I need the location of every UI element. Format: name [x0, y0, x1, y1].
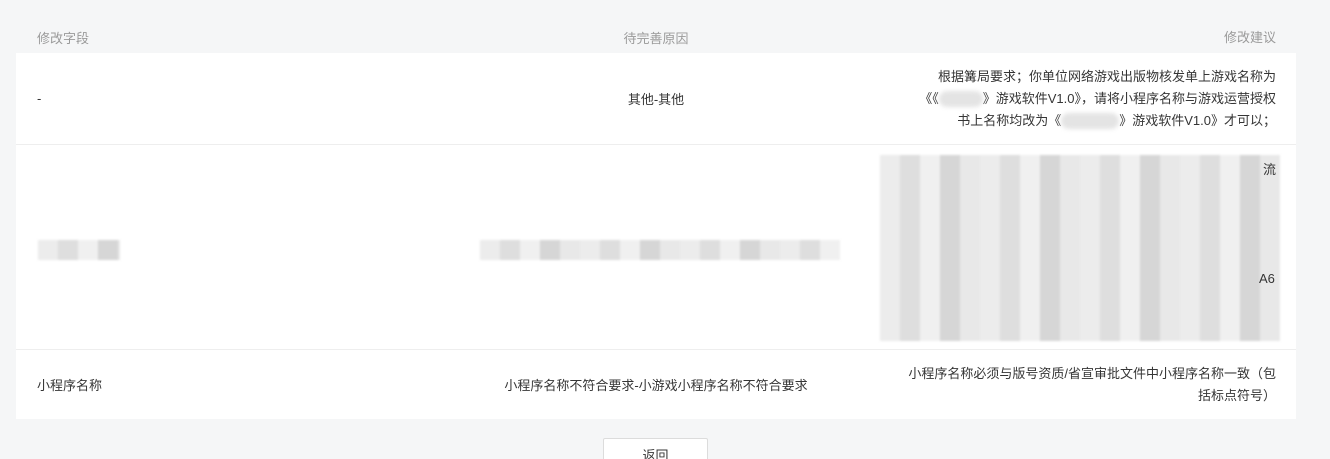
suggestion-text: 》游戏软件V1.0》才可以； [1119, 112, 1276, 128]
suggestion-fragment: A6 [1259, 271, 1275, 286]
table-row: - 其他-其他 根据篝局要求；你单位网络游戏出版物核发单上游戏名称为 《《》游戏… [16, 53, 1296, 145]
cell-field: - [37, 91, 42, 106]
suggestion-line: 根据篝局要求；你单位网络游戏出版物核发单上游戏名称为 [937, 68, 1276, 84]
suggestion-fragment: 流 [1263, 162, 1277, 177]
redacted-name [1061, 113, 1120, 130]
header-reason: 待完善原因 [623, 31, 689, 46]
redacted-suggestion [880, 155, 1280, 341]
cell-field: 小程序名称 [37, 378, 103, 393]
suggestion-line: 《《 》游戏软件V1.0》，请将小程序名称与游戏运营授权 [876, 88, 1276, 110]
redacted-reason [480, 240, 840, 260]
cell-reason: 其他-其他 [627, 92, 685, 107]
suggestion-text: 《《 [919, 90, 939, 106]
suggestion-text: 书上名称均改为《 [957, 112, 1062, 128]
revision-table: 修改字段 待完善原因 修改建议 - 其他-其他 根据篝局要求；你单位网络游戏出版… [16, 22, 1296, 419]
header-field: 修改字段 [37, 31, 90, 46]
table-row-redacted: 流 A6 [16, 145, 1296, 350]
review-detail-page: 修改字段 待完善原因 修改建议 - 其他-其他 根据篝局要求；你单位网络游戏出版… [0, 0, 1330, 459]
cell-suggestion: 小程序名称必须与版号资质/省宣审批文件中小程序名称一致（包 括标点符号） [876, 363, 1296, 407]
redacted-field [38, 240, 120, 260]
return-button[interactable]: 返回 [603, 438, 708, 459]
table-header: 修改字段 待完善原因 修改建议 [16, 22, 1296, 53]
suggestion-line: 小程序名称必须与版号资质/省宣审批文件中小程序名称一致（包 [908, 365, 1276, 381]
table-row: 小程序名称 小程序名称不符合要求-小游戏小程序名称不符合要求 小程序名称必须与版… [16, 350, 1296, 419]
header-suggestion: 修改建议 [1223, 29, 1276, 45]
cell-suggestion: 根据篝局要求；你单位网络游戏出版物核发单上游戏名称为 《《 》游戏软件V1.0》，… [876, 66, 1296, 132]
suggestion-line: 书上名称均改为《 》游戏软件V1.0》才可以； [876, 110, 1276, 132]
cell-reason: 小程序名称不符合要求-小游戏小程序名称不符合要求 [504, 378, 808, 393]
suggestion-text: 》游戏软件V1.0》，请将小程序名称与游戏运营授权 [982, 90, 1276, 106]
redacted-name [938, 91, 983, 108]
suggestion-line: 括标点符号） [1197, 387, 1276, 403]
